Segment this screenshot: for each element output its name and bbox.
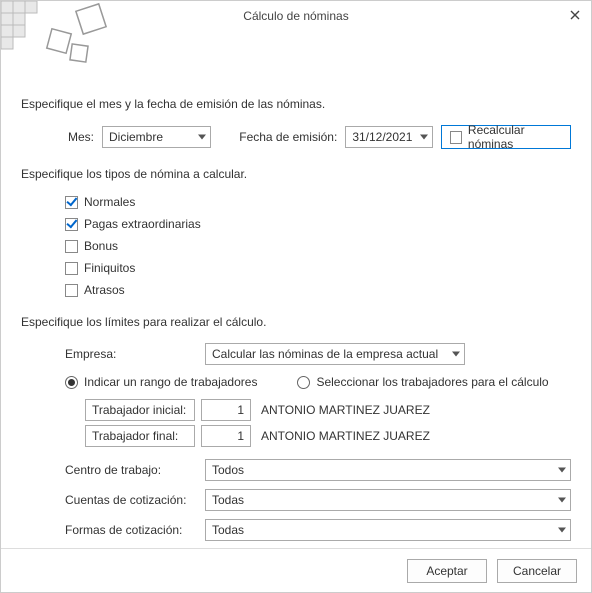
section2-label: Especifique los tipos de nómina a calcul… (21, 167, 571, 181)
checkbox-atrasos[interactable]: Atrasos (65, 283, 571, 297)
checkbox-label: Bonus (84, 239, 118, 253)
checkbox-bonus[interactable]: Bonus (65, 239, 571, 253)
cuentas-cotizacion-label: Cuentas de cotización: (65, 493, 205, 507)
fecha-select[interactable]: 31/12/2021 (345, 126, 433, 148)
checkbox-icon[interactable] (65, 196, 78, 209)
chevron-down-icon (558, 528, 566, 533)
checkbox-finiquitos[interactable]: Finiquitos (65, 261, 571, 275)
chevron-down-icon (420, 135, 428, 140)
mes-value: Diciembre (109, 130, 163, 144)
cancelar-button[interactable]: Cancelar (497, 559, 577, 583)
checkbox-icon[interactable] (65, 284, 78, 297)
checkbox-icon[interactable] (65, 262, 78, 275)
radio-label: Seleccionar los trabajadores para el cál… (316, 375, 548, 389)
formas-cotizacion-select[interactable]: Todas (205, 519, 571, 541)
radio-icon[interactable] (65, 376, 78, 389)
formas-cotizacion-value: Todas (212, 523, 244, 537)
cuentas-cotizacion-select[interactable]: Todas (205, 489, 571, 511)
dialog-title: Cálculo de nóminas (243, 9, 348, 23)
checkbox-icon[interactable] (65, 240, 78, 253)
trabajador-final-name: ANTONIO MARTINEZ JUAREZ (261, 429, 430, 443)
mes-select[interactable]: Diciembre (102, 126, 211, 148)
checkbox-label: Pagas extraordinarias (84, 217, 201, 231)
chevron-down-icon (558, 498, 566, 503)
centro-trabajo-value: Todos (212, 463, 244, 477)
formas-cotizacion-label: Formas de cotización: (65, 523, 205, 537)
trabajador-final-num[interactable]: 1 (201, 425, 251, 447)
checkbox-normales[interactable]: Normales (65, 195, 571, 209)
section1-label: Especifique el mes y la fecha de emisión… (21, 97, 571, 111)
centro-trabajo-label: Centro de trabajo: (65, 463, 205, 477)
checkbox-label: Finiquitos (84, 261, 135, 275)
cuentas-cotizacion-value: Todas (212, 493, 244, 507)
trabajador-inicial-num[interactable]: 1 (201, 399, 251, 421)
empresa-select[interactable]: Calcular las nóminas de la empresa actua… (205, 343, 465, 365)
radio-icon[interactable] (297, 376, 310, 389)
empresa-value: Calcular las nóminas de la empresa actua… (212, 347, 438, 361)
chevron-down-icon (558, 468, 566, 473)
radio-seleccionar-trabajadores[interactable]: Seleccionar los trabajadores para el cál… (297, 375, 548, 389)
radio-rango-trabajadores[interactable]: Indicar un rango de trabajadores (65, 375, 257, 389)
centro-trabajo-select[interactable]: Todos (205, 459, 571, 481)
trabajador-final-label: Trabajador final: (85, 425, 195, 447)
checkbox-label: Normales (84, 195, 135, 209)
fecha-label: Fecha de emisión: (229, 130, 337, 144)
checkbox-label: Atrasos (84, 283, 125, 297)
chevron-down-icon (452, 352, 460, 357)
trabajador-inicial-label: Trabajador inicial: (85, 399, 195, 421)
recalcular-label: Recalcular nóminas (468, 123, 562, 151)
recalcular-checkbox-container[interactable]: Recalcular nóminas (441, 125, 571, 149)
checkbox-pagas-extraordinarias[interactable]: Pagas extraordinarias (65, 217, 571, 231)
radio-label: Indicar un rango de trabajadores (84, 375, 257, 389)
checkbox-icon[interactable] (65, 218, 78, 231)
section3-label: Especifique los límites para realizar el… (21, 315, 571, 329)
chevron-down-icon (198, 135, 206, 140)
mes-label: Mes: (49, 130, 94, 144)
empresa-label: Empresa: (65, 347, 205, 361)
aceptar-button[interactable]: Aceptar (407, 559, 487, 583)
trabajador-inicial-name: ANTONIO MARTINEZ JUAREZ (261, 403, 430, 417)
close-icon[interactable] (567, 7, 583, 23)
fecha-value: 31/12/2021 (352, 130, 412, 144)
recalcular-checkbox[interactable] (450, 131, 462, 144)
